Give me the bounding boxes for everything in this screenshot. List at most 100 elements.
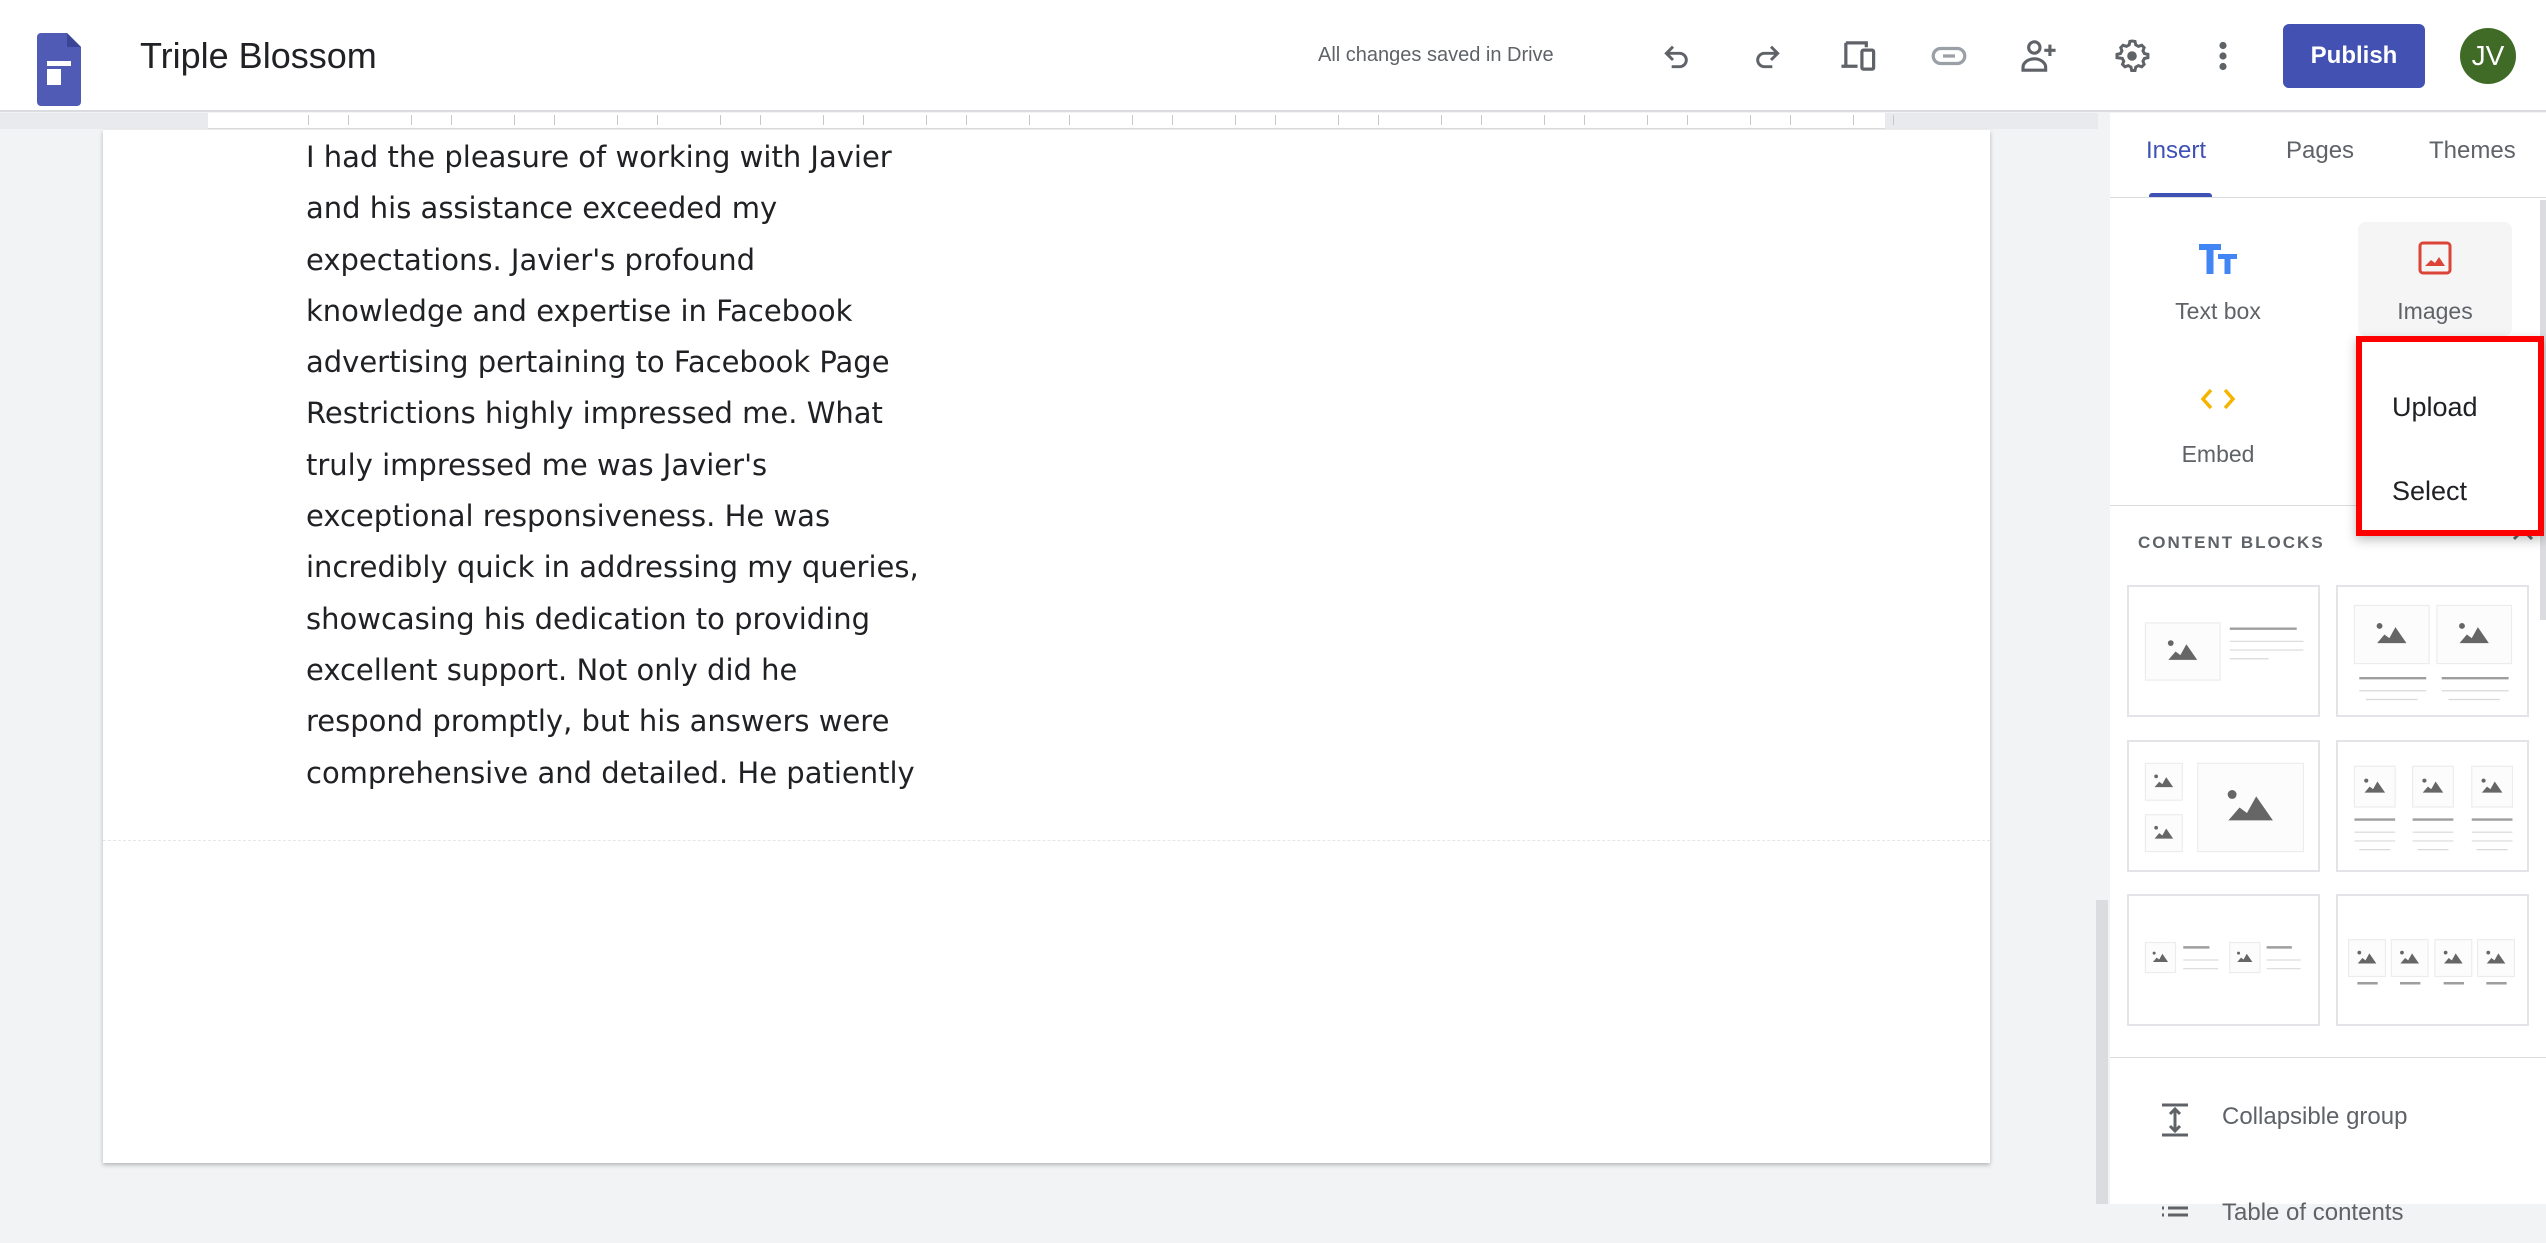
ruler-tick bbox=[1893, 115, 1894, 125]
ruler-tick bbox=[617, 115, 618, 125]
site-title[interactable]: Triple Blossom bbox=[140, 34, 377, 78]
text-line: showcasing his dedication to providing bbox=[306, 601, 871, 636]
ruler-tick bbox=[1029, 115, 1030, 125]
images-dropdown-menu: Upload Select bbox=[2356, 336, 2544, 536]
tab-pages[interactable]: Pages bbox=[2286, 137, 2354, 165]
tab-themes[interactable]: Themes bbox=[2429, 137, 2516, 165]
ruler-tick bbox=[1750, 115, 1751, 125]
canvas-scrollbar[interactable] bbox=[2096, 900, 2108, 1204]
content-block-6[interactable] bbox=[2336, 894, 2529, 1026]
content-block-4[interactable] bbox=[2336, 740, 2529, 872]
right-panel: Insert Pages Themes Text box Images Embe… bbox=[2110, 113, 2546, 1226]
image-placeholder-sun-icon bbox=[2486, 950, 2491, 955]
image-placeholder-sun-icon bbox=[2167, 640, 2174, 646]
text-box-label: Text box bbox=[2175, 298, 2261, 324]
ruler-tick bbox=[1647, 115, 1648, 125]
image-placeholder-sun-icon bbox=[2364, 778, 2369, 783]
testimonial-text[interactable]: I had the pleasure of working with Javie… bbox=[306, 132, 919, 799]
menu-item-upload[interactable]: Upload bbox=[2392, 392, 2478, 423]
ruler-tick bbox=[1544, 115, 1545, 125]
save-status: All changes saved in Drive bbox=[1318, 44, 1554, 66]
google-sites-logo-icon[interactable] bbox=[37, 33, 81, 106]
table-of-contents-label: Table of contents bbox=[2222, 1199, 2404, 1226]
ruler-tick bbox=[823, 115, 824, 125]
page-canvas[interactable]: I had the pleasure of working with Javie… bbox=[103, 130, 1990, 1163]
ruler-tick bbox=[1378, 115, 1379, 125]
embed-label: Embed bbox=[2181, 441, 2255, 467]
ruler-tick bbox=[966, 115, 967, 125]
ruler-tick bbox=[657, 115, 658, 125]
content-block-3[interactable] bbox=[2127, 740, 2320, 872]
insert-embed-button[interactable]: Embed bbox=[2141, 365, 2295, 479]
ruler bbox=[0, 113, 2098, 129]
table-of-contents-icon bbox=[2162, 1206, 2188, 1217]
ruler-tick bbox=[1275, 115, 1276, 125]
link-icon[interactable] bbox=[1925, 32, 1973, 80]
text-line: incredibly quick in addressing my querie… bbox=[306, 550, 919, 585]
top-bar: Triple Blossom All changes saved in Driv… bbox=[0, 0, 2546, 112]
content-block-5[interactable] bbox=[2127, 894, 2320, 1026]
text-line: I had the pleasure of working with Javie… bbox=[306, 140, 892, 174]
ruler-tick bbox=[1790, 115, 1791, 125]
image-placeholder-sun-icon bbox=[2481, 778, 2486, 783]
text-line: and his assistance exceeded my bbox=[306, 191, 778, 226]
ruler-tick bbox=[720, 115, 721, 125]
insert-collapsible-group[interactable]: Collapsible group bbox=[2110, 1087, 2546, 1147]
ruler-tick bbox=[1132, 115, 1133, 125]
ruler-tick bbox=[554, 115, 555, 125]
ruler-tick bbox=[926, 115, 927, 125]
text-line: knowledge and expertise in Facebook bbox=[306, 293, 853, 328]
image-placeholder-sun-icon bbox=[2154, 825, 2158, 830]
content-block-2[interactable] bbox=[2336, 585, 2529, 717]
ruler-tick bbox=[308, 115, 309, 125]
ruler-tick bbox=[1687, 115, 1688, 125]
content-block-1[interactable] bbox=[2127, 585, 2320, 717]
insert-images-button[interactable]: Images bbox=[2358, 222, 2512, 336]
text-line: respond promptly, but his answers were bbox=[306, 704, 890, 739]
text-line: advertising pertaining to Facebook Page bbox=[306, 345, 890, 380]
redo-icon[interactable] bbox=[1743, 32, 1791, 80]
publish-button[interactable]: Publish bbox=[2283, 24, 2425, 88]
ruler-tick bbox=[451, 115, 452, 125]
image-placeholder-sun-icon bbox=[2227, 790, 2237, 799]
ruler-track bbox=[208, 113, 1894, 129]
ruler-tick bbox=[1441, 115, 1442, 125]
insert-table-of-contents[interactable]: Table of contents bbox=[2110, 1183, 2546, 1243]
section-divider bbox=[103, 840, 1990, 841]
ruler-tick bbox=[1338, 115, 1339, 125]
image-placeholder-sun-icon bbox=[2154, 774, 2158, 779]
share-add-person-icon[interactable] bbox=[2016, 32, 2064, 80]
text-line: expectations. Javier's profound bbox=[306, 242, 756, 277]
settings-gear-icon[interactable] bbox=[2108, 32, 2156, 80]
text-line: Restrictions highly impressed me. What bbox=[306, 396, 883, 431]
ruler-tick bbox=[1584, 115, 1585, 125]
text-line: exceptional responsiveness. He was bbox=[306, 499, 831, 534]
image-placeholder-sun-icon bbox=[2152, 951, 2156, 955]
menu-item-select[interactable]: Select bbox=[2392, 476, 2467, 507]
image-placeholder-sun-icon bbox=[2400, 950, 2404, 955]
ruler-tick bbox=[348, 115, 349, 125]
image-placeholder-sun-icon bbox=[2459, 623, 2465, 629]
ruler-tick bbox=[1853, 115, 1854, 125]
text-line: comprehensive and detailed. He patiently bbox=[306, 755, 915, 790]
insert-text-box-button[interactable]: Text box bbox=[2141, 222, 2295, 336]
image-placeholder-sun-icon bbox=[2357, 950, 2362, 955]
ruler-tick bbox=[863, 115, 864, 125]
ruler-tick bbox=[1235, 115, 1236, 125]
image-placeholder-sun-icon bbox=[2422, 778, 2427, 783]
ruler-tick bbox=[411, 115, 412, 125]
text-box-icon bbox=[2141, 244, 2295, 274]
account-avatar[interactable]: JV bbox=[2460, 28, 2516, 84]
more-options-icon[interactable] bbox=[2199, 32, 2247, 80]
ruler-tick bbox=[1481, 115, 1482, 125]
ruler-tick bbox=[1069, 115, 1070, 125]
tab-insert[interactable]: Insert bbox=[2146, 137, 2206, 165]
collapsible-group-icon bbox=[2162, 1103, 2188, 1137]
undo-icon[interactable] bbox=[1653, 32, 1701, 80]
collapsible-group-label: Collapsible group bbox=[2222, 1103, 2408, 1130]
images-label: Images bbox=[2397, 298, 2473, 324]
image-placeholder-sun-icon bbox=[2376, 623, 2383, 629]
ruler-tick bbox=[760, 115, 761, 125]
content-blocks-heading: CONTENT BLOCKS bbox=[2138, 533, 2325, 552]
preview-devices-icon[interactable] bbox=[1835, 32, 1883, 80]
